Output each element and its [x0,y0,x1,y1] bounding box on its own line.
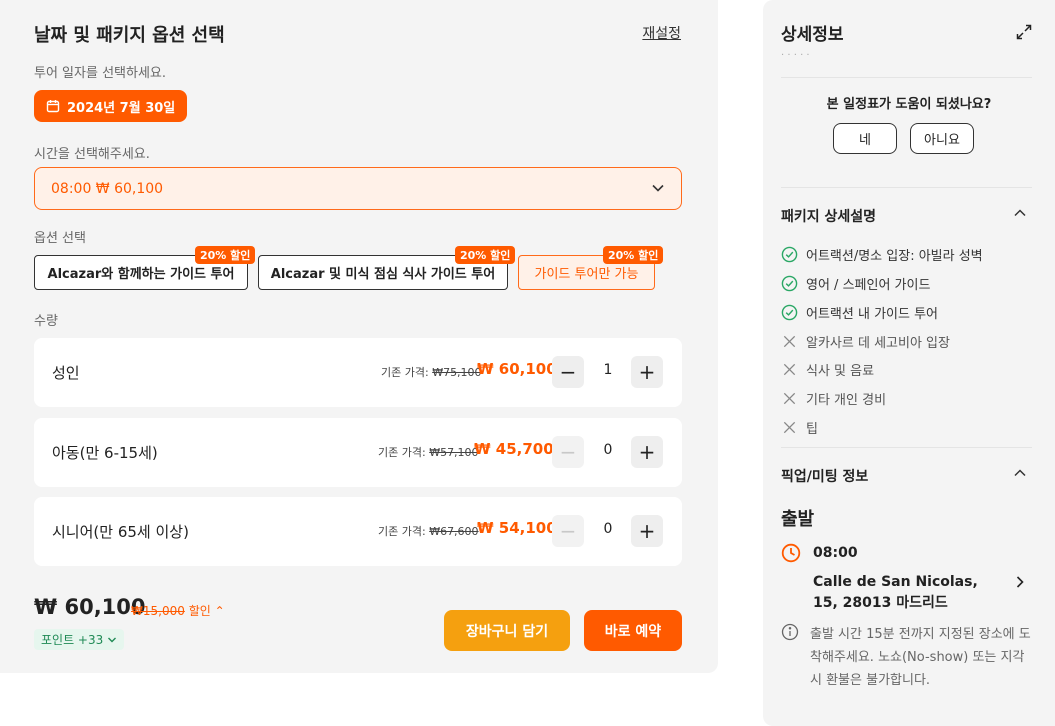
ticket-type: 시니어(만 65세 이상) [52,523,189,541]
minus-icon: − [559,440,577,464]
x-icon [783,363,796,376]
plus-icon: + [638,360,656,384]
original-price: 기존 가격: ₩75,100 [381,366,482,379]
increase-button[interactable]: + [631,515,663,547]
chevron-down-icon [652,184,664,192]
pickup-heading: 픽업/미팅 정보 [781,469,869,485]
ticket-type: 성인 [52,364,80,382]
sale-price: ₩ 45,700 [474,440,554,458]
included-text: 영어 / 스페인어 가이드 [806,278,931,293]
chevron-right-icon[interactable] [1013,575,1027,589]
decrease-button[interactable]: − [552,436,584,468]
discount-text: 할인 [188,604,211,618]
details-title: 상세정보 [781,25,844,45]
excluded-text: 식사 및 음료 [806,364,875,379]
check-circle-icon [781,304,798,321]
quantity-value: 0 [603,442,613,458]
date-picker-button[interactable]: 2024년 7월 30일 [34,90,188,122]
minus-icon: − [559,360,577,384]
included-text: 어트랙션/명소 입장: 아빌라 성벽 [806,249,983,264]
included-item: 어트랙션 내 가이드 투어 [781,303,938,322]
arrival-note: 출발 시간 15분 전까지 지정된 장소에 도착해주세요. 노쇼(No-show… [810,627,1031,688]
increase-button[interactable]: + [631,356,663,388]
included-text: 어트랙션 내 가이드 투어 [806,307,938,322]
sale-price: ₩ 54,100 [477,519,557,537]
quantity-label: 수량 [34,314,58,329]
minus-icon: − [559,519,577,543]
decrease-button[interactable]: − [552,356,584,388]
details-panel: 상세정보 · · · · · 본 일정표가 도움이 되셨나요? 네 아니요 패키… [763,0,1055,726]
discount-badge: 20% 할인 [195,246,256,264]
panel-title: 날짜 및 패키지 옵션 선택 [34,25,225,46]
excluded-text: 팁 [806,422,818,437]
date-value: 2024년 7월 30일 [67,100,176,116]
truncated-text: · · · · · [781,50,810,61]
chevron-up-icon[interactable] [1013,466,1027,480]
sale-price: ₩ 60,100 [477,360,557,378]
feedback-yes-button[interactable]: 네 [833,123,897,154]
discount-badge: 20% 할인 [603,246,664,264]
divider [781,187,1032,188]
original-price: 기존 가격: ₩57,100 [378,446,479,459]
original-price: 기존 가격: ₩67,600 [378,525,479,538]
quantity-row-child: 아동(만 6-15세) 기존 가격: ₩57,100 ₩ 45,700 − 0 … [34,418,682,487]
option-label-text: 가이드 투어만 가능 [534,267,639,282]
option-label-text: Alcazar 및 미식 점심 식사 가이드 투어 [270,267,496,282]
discount-badge: 20% 할인 [455,246,516,264]
option-label: 옵션 선택 [34,231,86,246]
x-icon [783,421,796,434]
departure-heading: 출발 [781,509,815,530]
clock-icon [781,543,801,563]
add-to-cart-button[interactable]: 장바구니 담기 [444,610,570,651]
quantity-value: 0 [603,521,613,537]
option-label-text: Alcazar와 함께하는 가이드 투어 [47,267,235,282]
check-circle-icon [781,246,798,263]
points-badge[interactable]: 포인트 +33 [34,629,125,650]
excluded-text: 기타 개인 경비 [806,393,887,408]
increase-button[interactable]: + [631,436,663,468]
excluded-item: 알카사르 데 세고비아 입장 [781,332,950,351]
time-select[interactable]: 08:00 ₩ 60,100 [34,167,682,210]
plus-icon: + [638,440,656,464]
decrease-button[interactable]: − [552,515,584,547]
package-details-heading: 패키지 상세설명 [781,209,877,225]
date-label: 투어 일자를 선택하세요. [34,66,166,81]
feedback-no-button[interactable]: 아니요 [910,123,974,154]
expand-icon[interactable] [1016,24,1032,40]
points-text: 포인트 +33 [41,633,104,647]
quantity-row-adult: 성인 기존 가격: ₩75,100 ₩ 60,100 − 1 + [34,338,682,407]
x-icon [783,335,796,348]
booking-options-panel: 날짜 및 패키지 옵션 선택 재설정 투어 일자를 선택하세요. 2024년 7… [0,0,718,673]
book-now-button[interactable]: 바로 예약 [584,610,682,651]
plus-icon: + [638,519,656,543]
reset-link[interactable]: 재설정 [642,23,681,43]
excluded-item: 기타 개인 경비 [781,389,886,408]
discount-amount: ₩15,000 [131,604,185,618]
info-icon [781,623,799,641]
calendar-icon [46,100,60,113]
chevron-up-icon: ⌃ [214,604,225,618]
included-item: 어트랙션/명소 입장: 아빌라 성벽 [781,245,983,264]
departure-address[interactable]: Calle de San Nicolas, 15, 28013 마드리드 [813,572,1003,614]
quantity-value: 1 [603,362,613,378]
check-circle-icon [781,275,798,292]
discount-toggle[interactable]: ₩15,000 할인 ⌃ [131,602,225,619]
chevron-up-icon[interactable] [1013,206,1027,220]
divider [781,77,1032,78]
included-item: 영어 / 스페인어 가이드 [781,274,930,293]
x-icon [783,392,796,405]
departure-time: 08:00 [813,545,858,561]
chevron-down-icon [108,637,117,642]
total-price: ₩ 60,100 [34,595,146,619]
ticket-type: 아동(만 6-15세) [52,444,158,462]
feedback-question: 본 일정표가 도움이 되셨나요? [826,97,992,112]
time-label: 시간을 선택해주세요. [34,147,150,162]
time-value: 08:00 ₩ 60,100 [51,180,164,197]
excluded-item: 팁 [781,418,818,437]
quantity-row-senior: 시니어(만 65세 이상) 기존 가격: ₩67,600 ₩ 54,100 − … [34,497,682,566]
excluded-item: 식사 및 음료 [781,360,874,379]
divider [781,447,1032,448]
excluded-text: 알카사르 데 세고비아 입장 [806,336,950,351]
